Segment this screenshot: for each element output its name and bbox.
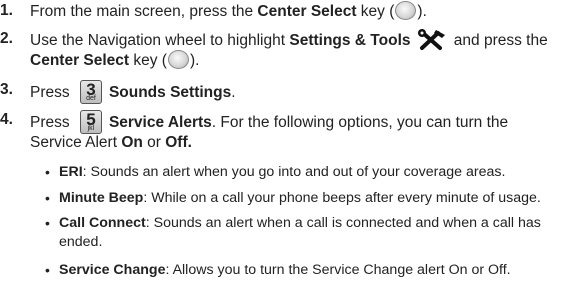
bullet-icon: • bbox=[45, 215, 50, 231]
step-text: From the main screen, press the Center S… bbox=[30, 1, 427, 20]
keypad-3-icon: 3 def bbox=[79, 80, 102, 104]
bullet-icon: • bbox=[45, 262, 50, 278]
settings-tools-icon bbox=[417, 29, 445, 50]
bullet-icon: • bbox=[45, 190, 50, 206]
step-4-continuation: Service Alert On or Off. bbox=[30, 134, 192, 151]
step-text: Use the Navigation wheel to highlight Se… bbox=[30, 29, 548, 51]
center-select-button-icon bbox=[395, 1, 417, 20]
step-number: 4. bbox=[0, 111, 13, 128]
step-number: 1. bbox=[0, 2, 13, 19]
step-number: 2. bbox=[0, 30, 13, 47]
keypad-5-icon: 5 jkl bbox=[79, 110, 102, 134]
step-number: 3. bbox=[0, 81, 13, 98]
list-item-continuation: ended. bbox=[59, 234, 103, 250]
step-text: Press 5 jkl Service Alerts. For the follow… bbox=[30, 110, 509, 134]
center-select-button-icon bbox=[167, 50, 189, 69]
bullet-icon: • bbox=[45, 164, 50, 180]
step-2-continuation: Center Select key (). bbox=[30, 50, 200, 69]
step-text: Press 3 def Sounds Settings. bbox=[30, 80, 236, 104]
